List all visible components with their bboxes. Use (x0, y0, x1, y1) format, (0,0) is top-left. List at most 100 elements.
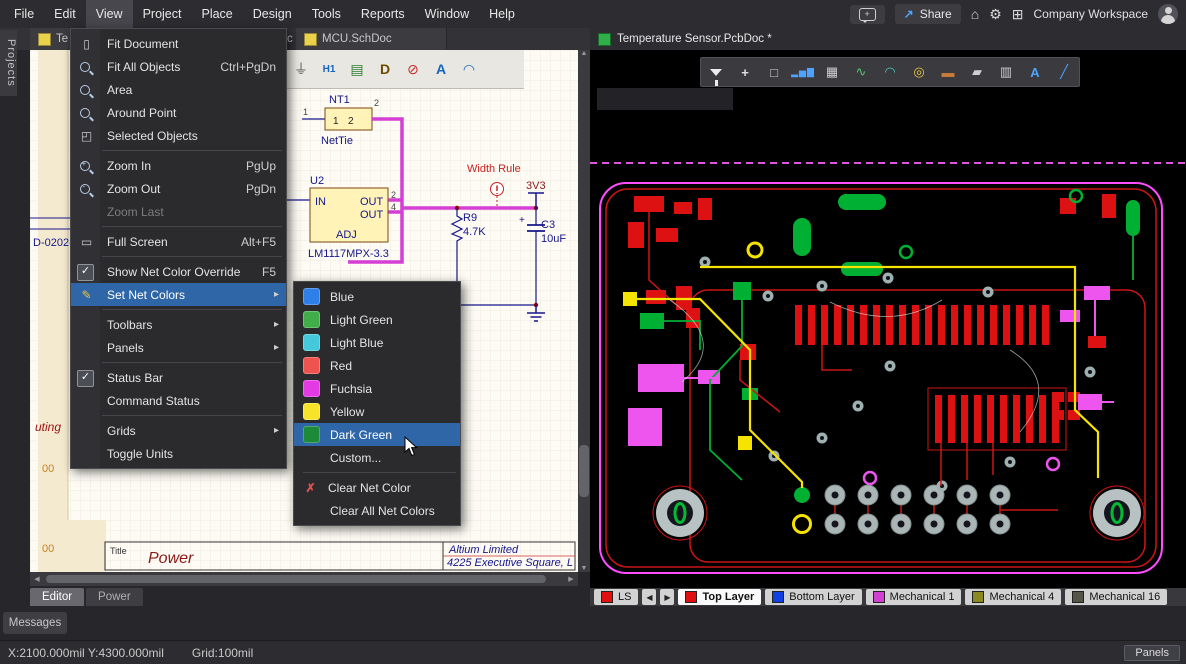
pcb-window-titlebar[interactable]: Temperature Sensor.PcbDoc * (590, 28, 1186, 50)
menu-edit[interactable]: Edit (44, 0, 86, 28)
menu-help[interactable]: Help (479, 0, 525, 28)
menu-item-show-net-color-override[interactable]: ✓ Show Net Color Override F5 (71, 260, 286, 283)
layer-tab-bottom-layer[interactable]: Bottom Layer (765, 589, 861, 605)
layer-scroll-left-icon[interactable]: ◀ (642, 589, 656, 605)
layer-tab-mechanical-16[interactable]: Mechanical 16 (1065, 589, 1167, 605)
menu-place[interactable]: Place (191, 0, 242, 28)
pin-number: 1 (303, 107, 308, 117)
scroll-left-icon[interactable]: ◀ (30, 575, 44, 583)
vertical-scroll-thumb[interactable] (579, 445, 589, 497)
user-avatar[interactable] (1158, 4, 1178, 24)
menu-view[interactable]: View (86, 0, 133, 28)
region-tool[interactable]: ▥ (993, 60, 1019, 84)
layer-tab-ls[interactable]: LS (594, 589, 638, 605)
menu-item-zoom-in[interactable]: Zoom In PgUp (71, 154, 286, 177)
comment-button[interactable]: + (850, 5, 885, 24)
filter-tool[interactable] (703, 60, 729, 84)
mounting-hole-left[interactable] (653, 486, 707, 540)
net-label-tool[interactable]: H1 (317, 56, 341, 82)
submenu-item-dark-green[interactable]: Dark Green (294, 423, 460, 446)
menu-item-full-screen[interactable]: ▭ Full Screen Alt+F5 (71, 230, 286, 253)
no-erc-tool[interactable]: ⊘ (401, 56, 425, 82)
menu-item-toolbars[interactable]: Toolbars ▸ (71, 313, 286, 336)
tab-editor[interactable]: Editor (30, 588, 84, 606)
scroll-right-icon[interactable]: ▶ (564, 575, 578, 583)
submenu-item-light-blue[interactable]: Light Blue (294, 331, 460, 354)
power-net-label: 3V3 (526, 180, 546, 192)
menu-item-grids[interactable]: Grids ▸ (71, 419, 286, 442)
menu-item-command-status[interactable]: Command Status (71, 389, 286, 412)
scroll-up-icon[interactable]: ▲ (581, 50, 588, 57)
submenu-item-blue[interactable]: Blue (294, 285, 460, 308)
zoom-icon (80, 108, 90, 118)
gear-icon[interactable]: ⚙ (989, 6, 1002, 23)
schdoc-icon (304, 33, 317, 46)
fill-tool[interactable]: ▰ (964, 60, 990, 84)
device-tool[interactable]: D (373, 56, 397, 82)
mounting-hole-right[interactable] (1090, 486, 1144, 540)
horizontal-scroll-thumb[interactable] (46, 575, 546, 583)
layer-scroll-right-icon[interactable]: ▶ (660, 589, 674, 605)
scroll-down-icon[interactable]: ▼ (581, 565, 588, 572)
select-tool[interactable]: □ (761, 60, 787, 84)
doc-tab-fragment[interactable]: c (287, 28, 293, 50)
menu-item-area[interactable]: Area (71, 78, 286, 101)
submenu-chevron-icon: ▸ (274, 342, 286, 353)
submenu-item-clear-net-color[interactable]: ✗ Clear Net Color (294, 476, 460, 499)
sheet-symbol-tool[interactable]: ▤ (345, 56, 369, 82)
apps-icon[interactable]: ⊞ (1012, 6, 1024, 23)
menu-item-set-net-colors[interactable]: ✎ Set Net Colors ▸ (71, 283, 286, 306)
pcb-canvas[interactable] (590, 50, 1186, 588)
submenu-item-red[interactable]: Red (294, 354, 460, 377)
menu-item-status-bar[interactable]: ✓ Status Bar (71, 366, 286, 389)
menu-project[interactable]: Project (133, 0, 192, 28)
submenu-item-yellow[interactable]: Yellow (294, 400, 460, 423)
menu-item-toggle-units[interactable]: Toggle Units (71, 442, 286, 465)
menu-item-zoom-last[interactable]: Zoom Last (71, 200, 286, 223)
line-tool[interactable]: ╱ (1051, 60, 1077, 84)
move-tool[interactable]: + (732, 60, 758, 84)
menu-item-panels[interactable]: Panels ▸ (71, 336, 286, 359)
panels-button[interactable]: Panels (1124, 645, 1180, 661)
route-tool[interactable]: ∿ (848, 60, 874, 84)
menu-design[interactable]: Design (243, 0, 302, 28)
menu-item-fit-all-objects[interactable]: Fit All Objects Ctrl+PgDn (71, 55, 286, 78)
tab-power[interactable]: Power (86, 588, 143, 606)
text-tool[interactable]: A (429, 56, 453, 82)
schematic-active-bar: ⏚ H1 ▤ D ⊘ A ◠ (283, 50, 524, 89)
pcb-artwork (590, 50, 1186, 588)
menu-item-fit-document[interactable]: ▯ Fit Document (71, 32, 286, 55)
projects-panel-tab[interactable]: Projects (0, 30, 17, 96)
home-icon[interactable]: ⌂ (971, 6, 979, 22)
pcb-active-bar: + □ ▂▅▇ ▦ ∿ ◠ ◎ ▬ ▰ ▥ A ╱ (700, 57, 1080, 87)
layer-tab-top-layer[interactable]: Top Layer (678, 589, 761, 605)
menu-file[interactable]: File (4, 0, 44, 28)
doc-tab-mcu-schdoc[interactable]: MCU.SchDoc (296, 28, 447, 50)
layer-tab-mechanical-1[interactable]: Mechanical 1 (866, 589, 962, 605)
arc-tool[interactable]: ◠ (457, 56, 481, 82)
menu-reports[interactable]: Reports (351, 0, 415, 28)
via-tool[interactable]: ◎ (906, 60, 932, 84)
menu-item-zoom-out[interactable]: Zoom Out PgDn (71, 177, 286, 200)
schematic-horizontal-scrollbar[interactable]: ◀ ▶ (30, 572, 578, 586)
submenu-item-custom[interactable]: Custom... (294, 446, 460, 469)
company-name: Altium Limited (448, 544, 519, 556)
ground-tool[interactable]: ⏚ (289, 56, 313, 82)
menu-tools[interactable]: Tools (302, 0, 351, 28)
menu-window[interactable]: Window (415, 0, 479, 28)
submenu-item-fuchsia[interactable]: Fuchsia (294, 377, 460, 400)
chart-tool[interactable]: ▂▅▇ (790, 60, 816, 84)
workspace-label[interactable]: Company Workspace (1034, 7, 1149, 21)
menu-item-around-point[interactable]: Around Point (71, 101, 286, 124)
text-tool[interactable]: A (1022, 60, 1048, 84)
share-button[interactable]: ↗ Share (895, 4, 961, 24)
messages-panel-button[interactable]: Messages (3, 612, 67, 634)
submenu-item-light-green[interactable]: Light Green (294, 308, 460, 331)
layer-tab-mechanical-4[interactable]: Mechanical 4 (965, 589, 1061, 605)
arc-tool[interactable]: ◠ (877, 60, 903, 84)
grid-tool[interactable]: ▦ (819, 60, 845, 84)
schematic-vertical-scrollbar[interactable]: ▲ ▼ (578, 50, 590, 572)
pad-tool[interactable]: ▬ (935, 60, 961, 84)
menu-item-selected-objects[interactable]: ◰ Selected Objects (71, 124, 286, 147)
submenu-item-clear-all-net-colors[interactable]: Clear All Net Colors (294, 499, 460, 522)
